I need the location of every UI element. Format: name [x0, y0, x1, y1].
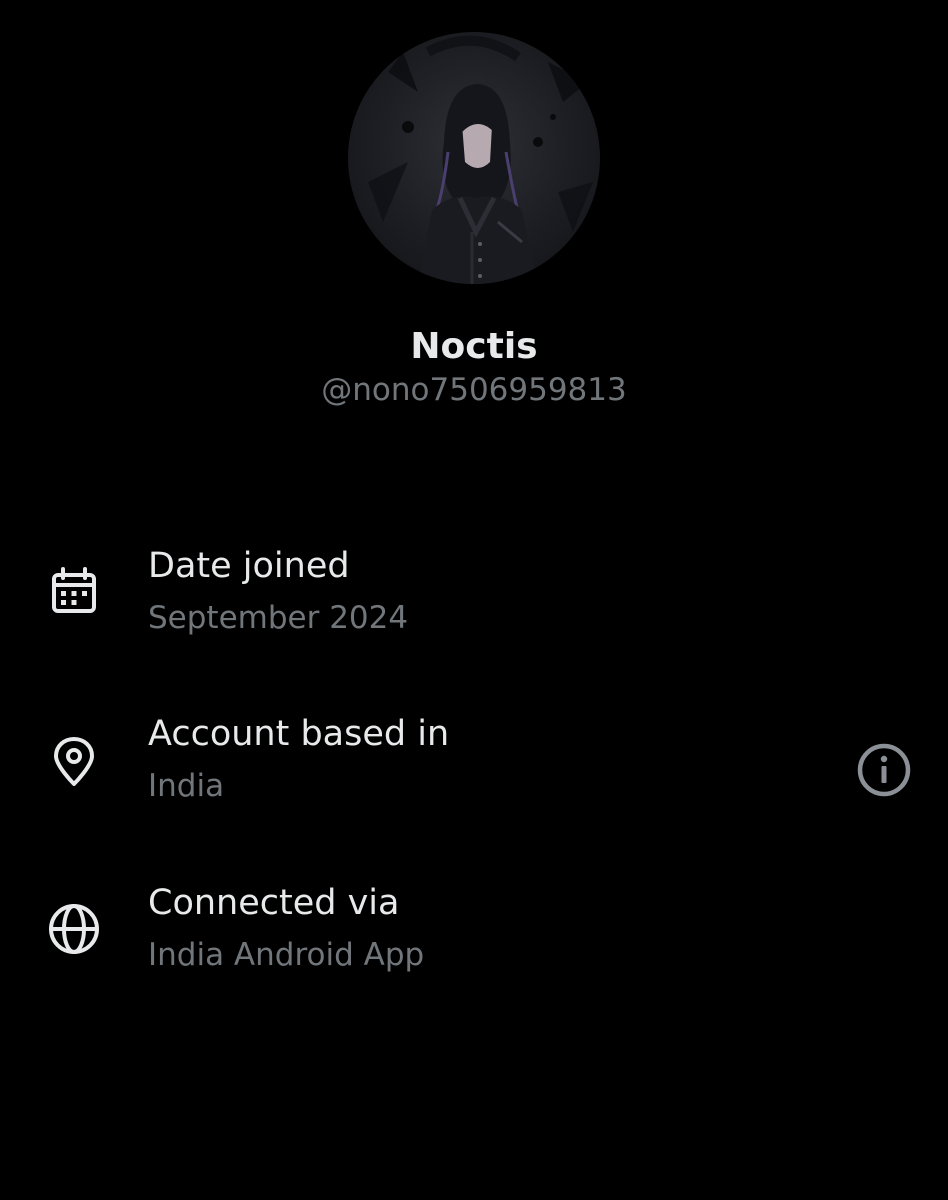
- calendar-icon: [42, 560, 106, 624]
- info-icon: [857, 743, 911, 797]
- detail-title: Date joined: [148, 546, 350, 586]
- user-handle: @nono7506959813: [321, 372, 627, 408]
- detail-row-connected-via: Connected via India Android App: [0, 883, 948, 993]
- detail-row-date-joined: Date joined September 2024: [0, 546, 948, 656]
- location-pin-icon: [42, 730, 106, 794]
- detail-title: Connected via: [148, 883, 400, 923]
- avatar-image: [368, 35, 593, 284]
- detail-value: India: [148, 768, 225, 804]
- avatar[interactable]: [348, 32, 600, 284]
- detail-row-account-based-in: Account based in India: [0, 714, 948, 824]
- globe-icon: [42, 897, 106, 961]
- info-button[interactable]: [852, 738, 916, 802]
- detail-value: India Android App: [148, 937, 425, 973]
- display-name: Noctis: [410, 326, 538, 367]
- detail-title: Account based in: [148, 714, 450, 754]
- detail-value: September 2024: [148, 600, 409, 636]
